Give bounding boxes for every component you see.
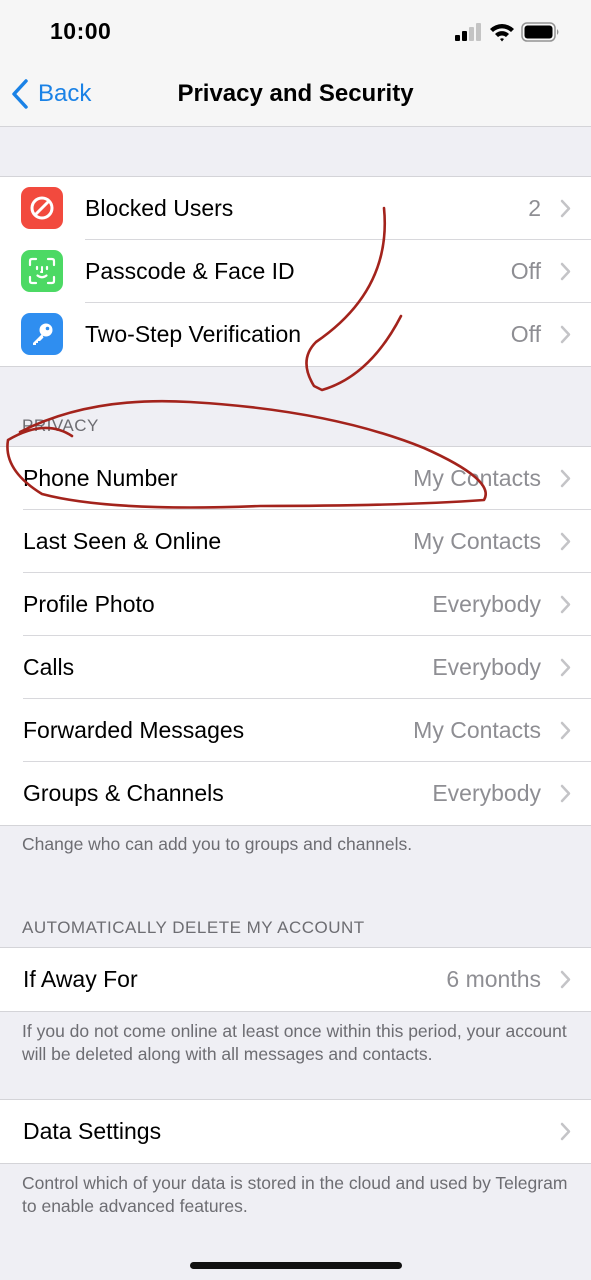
row-label: Phone Number [23,465,178,491]
chevron-right-icon [560,595,571,614]
row-label: Calls [23,654,75,680]
row-value: Everybody [432,654,541,680]
row-value: 6 months [446,966,541,992]
row-label: Passcode & Face ID [85,258,295,284]
auto-delete-header: AUTOMATICALLY DELETE MY ACCOUNT [22,918,365,937]
privacy-group: Phone Number My Contacts Last Seen & Onl… [0,446,591,826]
cellular-signal-icon [455,23,481,41]
key-icon [21,313,63,355]
status-bar: 10:00 [0,0,591,62]
face-id-icon [21,250,63,292]
data-settings-footer: Control which of your data is stored in … [22,1173,568,1216]
privacy-header: PRIVACY [22,416,99,435]
status-time: 10:00 [50,18,112,44]
chevron-right-icon [560,784,571,803]
if-away-for-row[interactable]: If Away For 6 months [0,948,591,1011]
security-group: Blocked Users 2 Passcode & Face ID Off T… [0,176,591,367]
chevron-right-icon [560,970,571,989]
back-button[interactable]: Back [10,76,91,112]
data-settings-group: Data Settings [0,1099,591,1164]
calls-row[interactable]: Calls Everybody [0,636,591,699]
chevron-left-icon [12,79,28,109]
privacy-footer: Change who can add you to groups and cha… [22,834,413,854]
chevron-right-icon [560,325,571,344]
forwarded-messages-row[interactable]: Forwarded Messages My Contacts [0,699,591,762]
row-value: Off [510,321,541,347]
row-value: Off [510,258,541,284]
data-settings-row[interactable]: Data Settings [0,1100,591,1163]
auto-delete-footer: If you do not come online at least once … [22,1021,567,1064]
row-label: Profile Photo [23,591,155,617]
chevron-right-icon [560,1122,571,1141]
groups-channels-row[interactable]: Groups & Channels Everybody [0,762,591,825]
chevron-right-icon [560,262,571,281]
home-indicator [190,1262,402,1269]
row-label: Blocked Users [85,195,234,221]
chevron-right-icon [560,721,571,740]
navigation-bar: Privacy and Security Back [0,62,591,127]
row-label: If Away For [23,966,138,992]
chevron-right-icon [560,532,571,551]
row-label: Forwarded Messages [23,717,245,743]
blocked-icon [21,187,63,229]
row-value: 2 [528,195,541,221]
passcode-face-id-row[interactable]: Passcode & Face ID Off [0,240,591,303]
two-step-verification-row[interactable]: Two-Step Verification Off [0,303,591,366]
phone-number-row[interactable]: Phone Number My Contacts [0,447,591,510]
chevron-right-icon [560,199,571,218]
battery-icon [521,22,559,42]
row-label: Two-Step Verification [85,321,302,347]
row-value: Everybody [432,780,541,806]
last-seen-online-row[interactable]: Last Seen & Online My Contacts [0,510,591,573]
row-value: My Contacts [413,528,541,554]
auto-delete-group: If Away For 6 months [0,947,591,1012]
blocked-users-row[interactable]: Blocked Users 2 [0,177,591,240]
wifi-icon [490,24,514,42]
row-value: Everybody [432,591,541,617]
row-label: Groups & Channels [23,780,224,806]
row-label: Last Seen & Online [23,528,222,554]
row-value: My Contacts [413,717,541,743]
row-label: Data Settings [23,1118,162,1144]
row-value: My Contacts [413,465,541,491]
chevron-right-icon [560,658,571,677]
profile-photo-row[interactable]: Profile Photo Everybody [0,573,591,636]
chevron-right-icon [560,469,571,488]
back-label: Back [38,80,92,107]
